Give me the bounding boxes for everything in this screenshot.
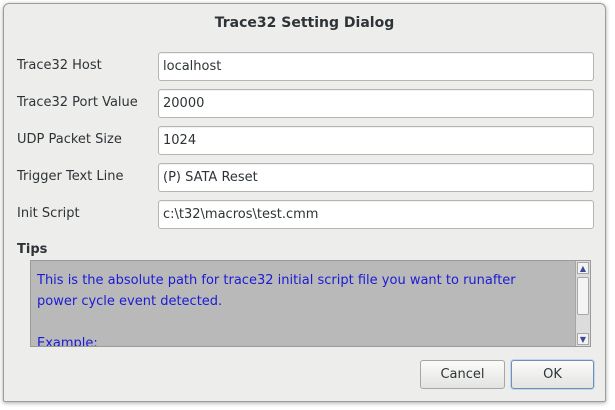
tips-label: Tips xyxy=(17,242,48,257)
tips-text: This is the absolute path for trace32 in… xyxy=(37,273,516,347)
scroll-thumb[interactable] xyxy=(577,277,589,315)
init-script-input[interactable] xyxy=(158,200,594,229)
trigger-text-line-row: Trigger Text Line xyxy=(17,163,597,192)
trigger-text-line-input[interactable] xyxy=(158,163,594,192)
udp-packet-size-row: UDP Packet Size xyxy=(17,126,597,155)
dialog-title: Trace32 Setting Dialog xyxy=(214,15,395,31)
port-row: Trace32 Port Value xyxy=(17,89,597,118)
tips-scrollbar[interactable]: ▲ ▼ xyxy=(575,261,590,346)
init-script-row: Init Script xyxy=(17,200,597,229)
scroll-up-arrow-icon[interactable]: ▲ xyxy=(577,262,589,274)
host-row: Trace32 Host xyxy=(17,52,597,81)
host-input[interactable] xyxy=(158,52,594,81)
scroll-down-arrow-icon[interactable]: ▼ xyxy=(577,333,589,345)
tips-text-area[interactable]: This is the absolute path for trace32 in… xyxy=(30,260,591,347)
udp-packet-size-label: UDP Packet Size xyxy=(17,132,122,147)
init-script-label: Init Script xyxy=(17,206,80,221)
cancel-button[interactable]: Cancel xyxy=(420,360,505,389)
trace32-setting-dialog: Trace32 Setting Dialog Trace32 Host Trac… xyxy=(3,3,606,402)
port-input[interactable] xyxy=(158,89,594,118)
port-label: Trace32 Port Value xyxy=(17,95,138,110)
udp-packet-size-input[interactable] xyxy=(158,126,594,155)
host-label: Trace32 Host xyxy=(17,58,102,73)
ok-button[interactable]: OK xyxy=(511,360,594,389)
trigger-text-line-label: Trigger Text Line xyxy=(17,169,124,184)
